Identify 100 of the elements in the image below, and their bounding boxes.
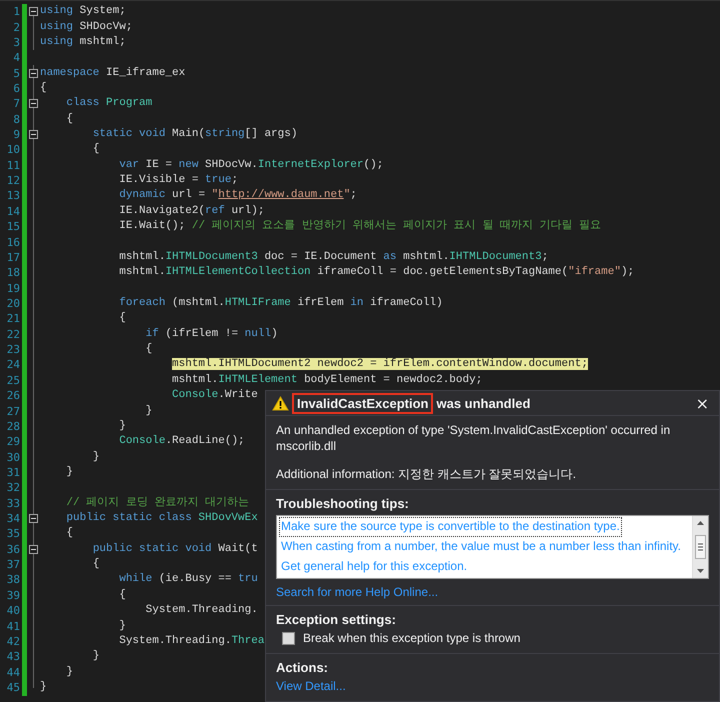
collapse-icon[interactable] xyxy=(29,514,38,524)
code-line: } xyxy=(65,664,74,680)
code-line: IE.Visible = true; xyxy=(118,173,238,188)
line-number: 16 xyxy=(6,236,20,249)
line-number: 20 xyxy=(6,297,20,310)
code-line: } xyxy=(144,404,152,419)
collapse-icon[interactable] xyxy=(29,68,38,78)
line-number: 36 xyxy=(6,542,20,556)
line-number: 44 xyxy=(6,666,20,679)
close-button[interactable]: × xyxy=(692,394,713,412)
code-line: using SHDocVw; xyxy=(40,20,132,35)
section-heading: Troubleshooting tips: xyxy=(276,496,410,511)
line-number: 38 xyxy=(6,573,20,586)
line-number: 14 xyxy=(6,204,20,218)
line-number: 19 xyxy=(6,282,20,295)
line-number: 23 xyxy=(6,343,20,356)
code-line: mshtml.IHTMLElement bodyElement = newdoc2.body; xyxy=(171,372,482,388)
exception-message: An unhandled exception of type 'System.InvalidCastException' occurred in mscorlib.dll xyxy=(276,422,672,454)
line-number: 1 xyxy=(12,5,20,18)
line-number: 10 xyxy=(6,143,20,156)
section-heading: Exception settings: xyxy=(276,612,397,627)
line-number: 22 xyxy=(6,328,20,341)
code-line: if (ifrElem != null) xyxy=(144,326,278,342)
code-line: } xyxy=(40,680,47,695)
line-number: 33 xyxy=(6,496,20,510)
line-number: 32 xyxy=(6,481,20,494)
line-number: 24 xyxy=(6,358,20,372)
code-line: namespace IE_iframe_ex xyxy=(40,66,186,81)
line-number: 42 xyxy=(6,634,20,648)
line-number: 25 xyxy=(6,374,20,387)
line-number: 21 xyxy=(6,312,20,326)
line-number: 3 xyxy=(12,36,20,49)
line-number: 45 xyxy=(6,680,20,694)
line-number: 39 xyxy=(6,588,20,602)
code-line: { xyxy=(65,526,74,542)
line-number: 40 xyxy=(6,604,20,618)
code-line: mshtml.IHTMLElementCollection iframeColl = doc.getElementsByTagName("iframe"); xyxy=(118,265,634,280)
additional-information: Additional information: 지정한 캐스트가 잘못되었습니다. xyxy=(276,466,578,483)
collapse-icon[interactable] xyxy=(29,130,38,140)
line-number: 8 xyxy=(12,112,20,126)
line-number: 41 xyxy=(6,620,20,633)
tip-link[interactable]: Make sure the source type is convertible to the destination type. xyxy=(279,517,622,537)
checkbox-label: Break when this exception type is thrown xyxy=(303,631,520,645)
tip-link[interactable]: When casting from a number, the value must be a number less than infinity. xyxy=(279,537,683,557)
scroll-down-icon[interactable] xyxy=(697,569,704,573)
scrollbar[interactable] xyxy=(692,516,708,578)
line-number: 7 xyxy=(12,97,20,110)
code-line: { xyxy=(118,311,126,326)
code-line: } xyxy=(65,464,74,480)
collapse-icon[interactable] xyxy=(29,99,38,108)
line-number: 2 xyxy=(12,20,20,34)
code-line: System.Threading. xyxy=(144,603,258,618)
code-line: mshtml.IHTMLDocument3 doc = IE.Document as mshtml.IHTMLDocument3; xyxy=(118,250,548,265)
tip-link[interactable]: Get general help for this exception. xyxy=(279,557,470,577)
code-line: class Program xyxy=(65,96,152,112)
line-number: 4 xyxy=(12,51,20,64)
code-line: using mshtml; xyxy=(40,34,126,50)
code-line: { xyxy=(92,557,100,572)
line-number: 6 xyxy=(12,82,20,95)
code-line: dynamic url = "http://www.daum.net"; xyxy=(118,188,357,204)
line-number: 18 xyxy=(6,266,20,280)
line-number: 13 xyxy=(6,189,20,202)
action-link[interactable]: View Detail... xyxy=(276,679,346,693)
code-line: var IE = new SHDocVw.InternetExplorer(); xyxy=(118,158,384,173)
line-number: 29 xyxy=(6,435,20,448)
code-line: static void Main(string[] args) xyxy=(92,127,298,142)
line-number: 35 xyxy=(6,527,20,540)
line-number: 31 xyxy=(6,466,20,479)
code-line: while (ie.Busy == tru xyxy=(118,572,258,588)
line-number: 5 xyxy=(12,66,20,80)
code-line: { xyxy=(65,112,74,127)
scroll-thumb[interactable] xyxy=(695,535,706,559)
collapse-icon[interactable] xyxy=(29,7,38,16)
line-number: 30 xyxy=(6,450,20,464)
warning-icon xyxy=(272,396,289,410)
line-number: 37 xyxy=(6,558,20,572)
line-number: 17 xyxy=(6,250,20,264)
code-line: // 페이지 로딩 완료까지 대기하는 xyxy=(65,496,250,511)
code-line: { xyxy=(40,80,47,96)
code-line: foreach (mshtml.HTMLIFrame ifrElem in iframeColl) xyxy=(118,296,443,311)
help-link[interactable]: Search for more Help Online... xyxy=(276,585,438,599)
collapse-icon[interactable] xyxy=(29,544,38,554)
code-line: Console.ReadLine(); xyxy=(118,434,245,450)
section-heading: Actions: xyxy=(276,660,329,675)
checkbox[interactable] xyxy=(282,632,295,644)
code-line: public static void Wait(t xyxy=(92,542,258,557)
line-number: 43 xyxy=(6,650,20,664)
code-line: } xyxy=(118,618,126,634)
exception-name: InvalidCastException xyxy=(292,392,434,414)
code-line: { xyxy=(118,588,126,603)
dialog-title: was unhandled xyxy=(436,396,530,410)
code-line: IE.Navigate2(ref url); xyxy=(118,204,264,219)
line-number: 34 xyxy=(6,512,20,526)
code-line: { xyxy=(144,342,152,358)
line-number: 27 xyxy=(6,404,20,418)
scroll-up-icon[interactable] xyxy=(697,521,704,525)
line-number: 12 xyxy=(6,174,20,188)
code-line: Console.Write xyxy=(171,388,258,404)
code-line: } xyxy=(118,418,126,434)
code-line: using System; xyxy=(40,4,126,20)
